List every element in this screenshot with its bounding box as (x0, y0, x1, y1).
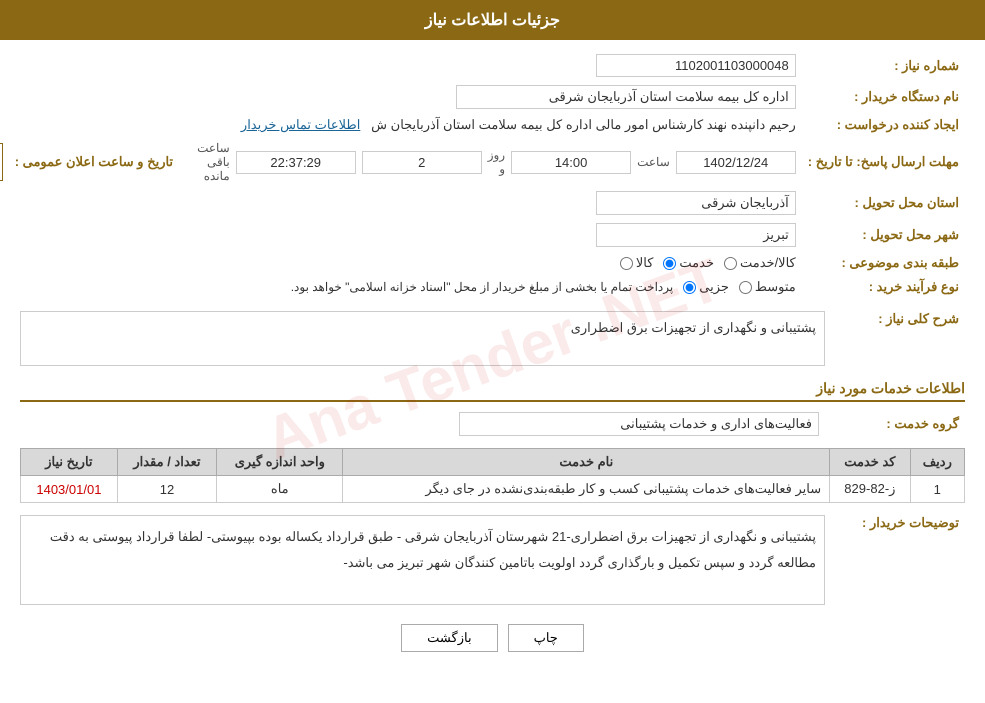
need-number-value: 1102001103000048 (191, 50, 802, 81)
category-goods-service-item: کالا/خدمت (724, 255, 796, 271)
service-info-title: اطلاعات خدمات مورد نیاز (20, 380, 965, 402)
purchase-partial-label: جزیی (699, 279, 729, 295)
creator-label: ایجاد کننده درخواست : (802, 113, 965, 137)
need-desc-label: شرح کلی نیاز : (825, 307, 965, 331)
purchase-partial-item: جزیی (683, 279, 729, 295)
service-group-value: فعالیت‌های اداری و خدمات پشتیبانی (20, 408, 825, 440)
cell-date: 1403/01/01 (21, 476, 118, 503)
province-value: آذربایجان شرقی (0, 187, 802, 219)
need-desc-section: شرح کلی نیاز : پشتیبانی و نگهداری از تجه… (20, 307, 965, 370)
buyer-desc-box-container: پشتیبانی و نگهداری از تجهیزات برق اضطرار… (20, 511, 825, 609)
response-time-label: ساعت (637, 155, 670, 169)
need-desc-box: پشتیبانی و نگهداری از تجهیزات برق اضطرار… (20, 311, 825, 366)
need-number-label: شماره نیاز : (802, 50, 965, 81)
category-row: کالا/خدمت خدمت کالا (0, 251, 802, 275)
buyer-desc-box: پشتیبانی و نگهداری از تجهیزات برق اضطرار… (20, 515, 825, 605)
purchase-type-label: نوع فرآیند خرید : (802, 275, 965, 299)
purchase-medium-radio[interactable] (739, 281, 752, 294)
col-date: تاریخ نیاز (21, 449, 118, 476)
purchase-medium-label: متوسط (755, 279, 796, 295)
response-date-row: 1402/12/24 ساعت 14:00 روز و 2 22:37:29 س… (191, 137, 802, 187)
announce-date-label: تاریخ و ساعت اعلان عمومی : (9, 137, 179, 187)
category-service-item: خدمت (663, 255, 714, 271)
response-day-label: روز و (488, 148, 505, 176)
col-code: کد خدمت (830, 449, 910, 476)
buyer-org-value: اداره کل بیمه سلامت استان آذربایجان شرقی (0, 81, 802, 113)
service-group-input: فعالیت‌های اداری و خدمات پشتیبانی (459, 412, 819, 436)
response-day-input: 2 (362, 151, 482, 174)
category-label: طبقه بندی موضوعی : (802, 251, 965, 275)
response-time-input: 14:00 (511, 151, 631, 174)
col-qty: تعداد / مقدار (117, 449, 216, 476)
cell-unit: ماه (217, 476, 343, 503)
need-number-input: 1102001103000048 (596, 54, 796, 77)
category-goods-item: کالا (620, 255, 654, 271)
service-group-label: گروه خدمت : (825, 408, 965, 440)
cell-row: 1 (910, 476, 964, 503)
city-label: شهر محل تحویل : (802, 219, 965, 251)
button-row: چاپ بازگشت (20, 624, 965, 652)
purchase-partial-radio[interactable] (683, 281, 696, 294)
creator-link[interactable]: اطلاعات تماس خریدار (241, 117, 360, 132)
category-service-label: خدمت (679, 255, 714, 271)
buyer-desc-section: توضیحات خریدار : پشتیبانی و نگهداری از ت… (20, 511, 965, 609)
back-button[interactable]: بازگشت (401, 624, 497, 652)
cell-name: سایر فعالیت‌های خدمات پشتیبانی کسب و کار… (343, 476, 830, 503)
city-value: تبریز (0, 219, 802, 251)
category-goods-service-label: کالا/خدمت (740, 255, 796, 271)
service-table: ردیف کد خدمت نام خدمت واحد اندازه گیری ت… (20, 448, 965, 503)
info-table: شماره نیاز : 1102001103000048 نام دستگاه… (0, 50, 965, 299)
page-title: جزئیات اطلاعات نیاز (425, 12, 560, 29)
col-row: ردیف (910, 449, 964, 476)
purchase-type-desc: پرداخت تمام یا بخشی از مبلغ خریدار از مح… (291, 280, 674, 294)
response-countdown-input: 22:37:29 (236, 151, 356, 174)
col-unit: واحد اندازه گیری (217, 449, 343, 476)
main-content: Ana Tender .NET شماره نیاز : 11020011030… (0, 40, 985, 677)
buyer-org-label: نام دستگاه خریدار : (802, 81, 965, 113)
service-group-table: گروه خدمت : فعالیت‌های اداری و خدمات پشت… (20, 408, 965, 440)
page-container: جزئیات اطلاعات نیاز Ana Tender .NET شمار… (0, 0, 985, 703)
cell-qty: 12 (117, 476, 216, 503)
category-goods-label: کالا (636, 255, 654, 271)
province-label: استان محل تحویل : (802, 187, 965, 219)
col-name: نام خدمت (343, 449, 830, 476)
response-deadline-label: مهلت ارسال پاسخ: تا تاریخ : (802, 137, 965, 187)
announce-date-value: 1402/12/21 - 13:44 (0, 137, 9, 187)
announce-date-box: 1402/12/21 - 13:44 (0, 143, 3, 181)
countdown-label: ساعت باقی مانده (197, 141, 230, 183)
purchase-medium-item: متوسط (739, 279, 796, 295)
need-desc-box-container: پشتیبانی و نگهداری از تجهیزات برق اضطرار… (20, 307, 825, 370)
table-header-row: ردیف کد خدمت نام خدمت واحد اندازه گیری ت… (21, 449, 965, 476)
category-service-radio[interactable] (663, 257, 676, 270)
category-goods-radio[interactable] (620, 257, 633, 270)
creator-value: رحیم دانپنده نهند کارشناس امور مالی ادار… (371, 117, 796, 132)
purchase-type-row: متوسط جزیی پرداخت تمام یا بخشی از مبلغ خ… (0, 275, 802, 299)
response-date-input: 1402/12/24 (676, 151, 796, 174)
cell-code: ز-82-829 (830, 476, 910, 503)
print-button[interactable]: چاپ (508, 624, 584, 652)
buyer-org-input: اداره کل بیمه سلامت استان آذربایجان شرقی (456, 85, 796, 109)
category-goods-service-radio[interactable] (724, 257, 737, 270)
creator-row: رحیم دانپنده نهند کارشناس امور مالی ادار… (0, 113, 802, 137)
province-input: آذربایجان شرقی (596, 191, 796, 215)
page-header: جزئیات اطلاعات نیاز (0, 0, 985, 40)
table-row: 1 ز-82-829 سایر فعالیت‌های خدمات پشتیبان… (21, 476, 965, 503)
city-input: تبریز (596, 223, 796, 247)
buyer-desc-label: توضیحات خریدار : (825, 511, 965, 535)
